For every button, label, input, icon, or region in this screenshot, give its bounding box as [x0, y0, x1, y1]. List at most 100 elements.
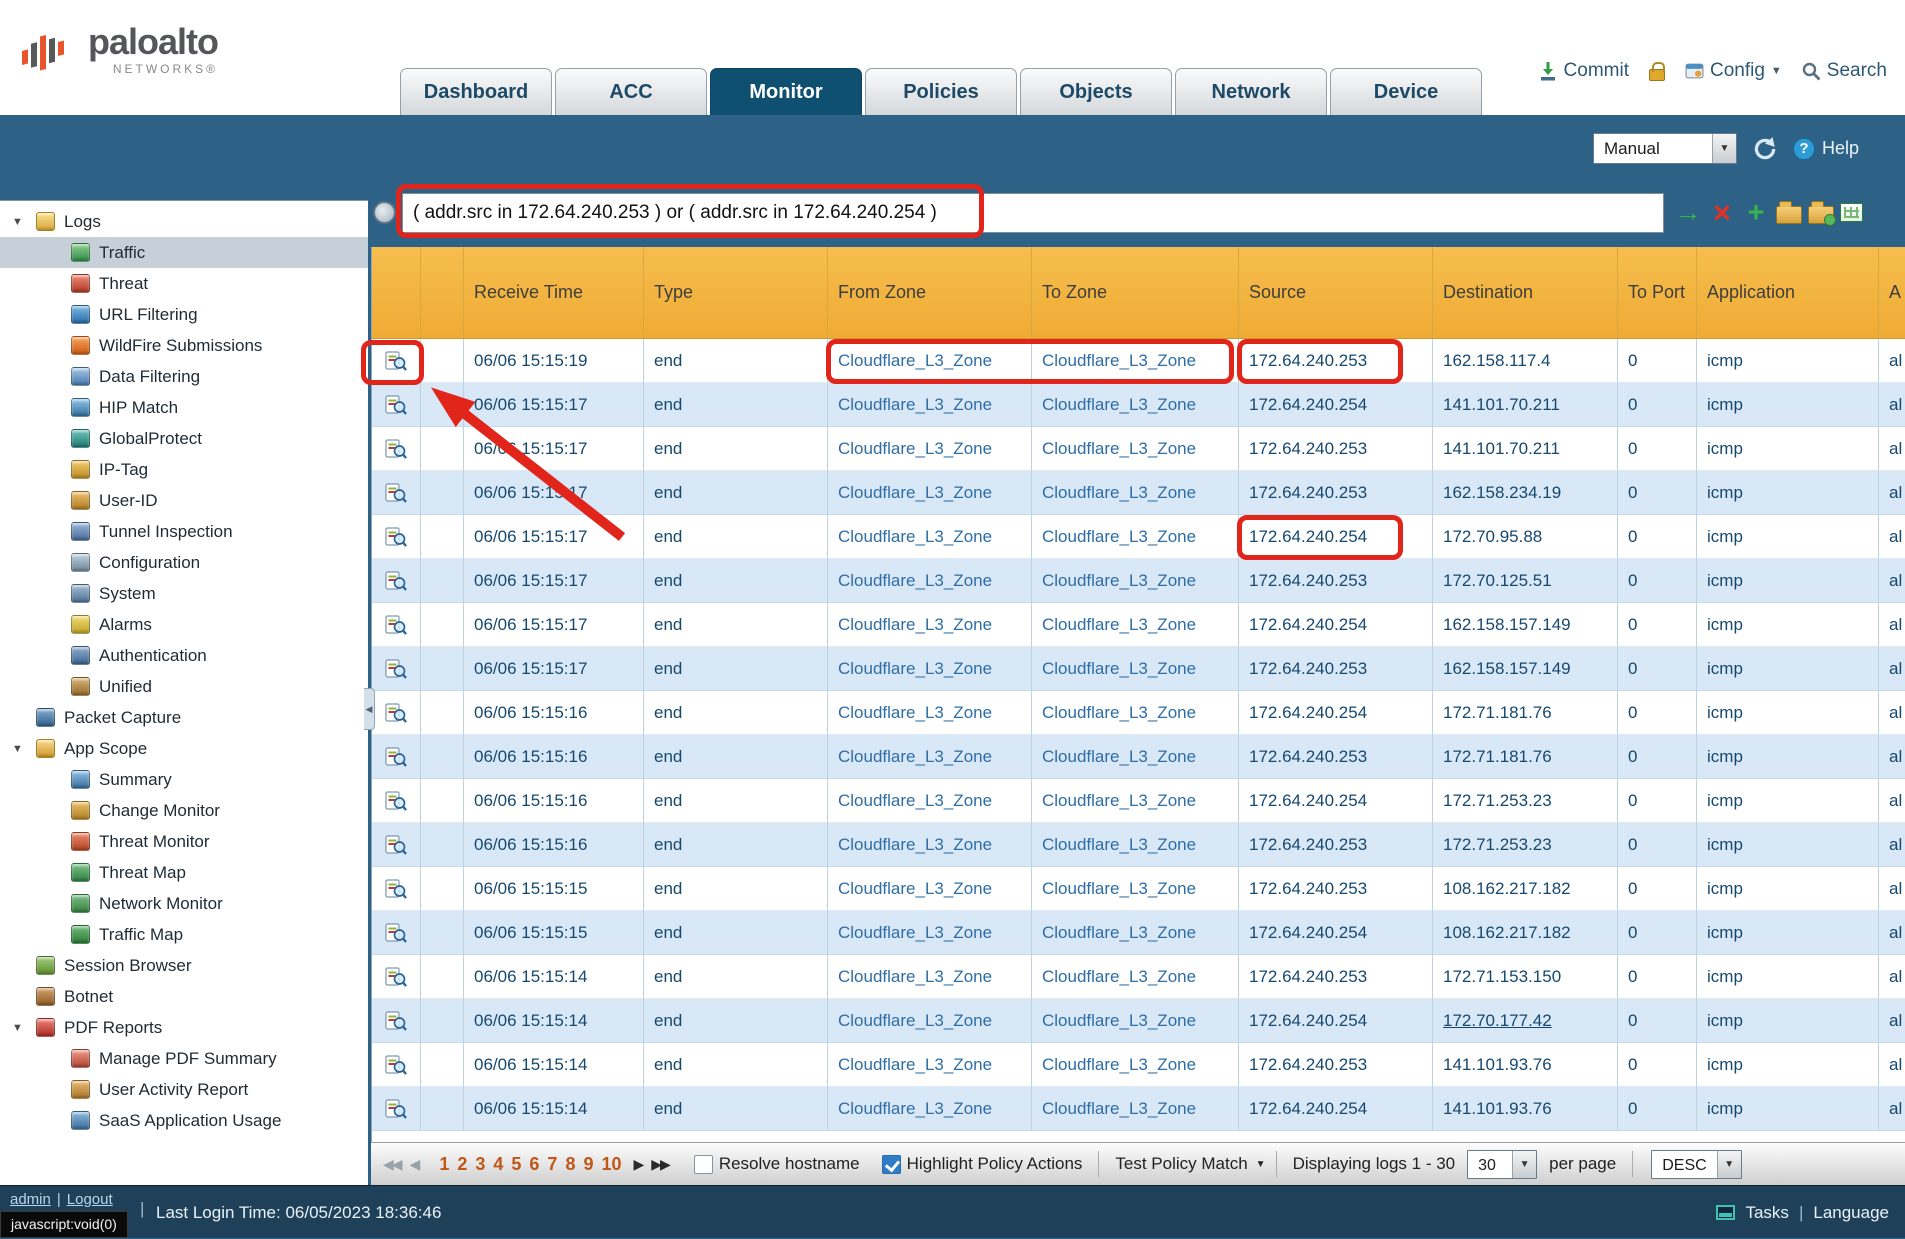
column-header[interactable]: Type: [644, 247, 828, 338]
column-header[interactable]: [372, 247, 421, 338]
add-filter-icon[interactable]: [1742, 198, 1770, 228]
sidebar-item[interactable]: ▼ Logs: [0, 206, 368, 237]
sidebar-item[interactable]: ▼ Threat: [0, 268, 368, 299]
log-row[interactable]: 06/06 15:15:17 end Cloudflare_L3_Zone Cl…: [372, 515, 1905, 559]
config-button[interactable]: Config ▼: [1685, 60, 1782, 82]
log-detail-cell[interactable]: [372, 823, 421, 867]
test-policy-match-button[interactable]: Test Policy Match: [1115, 1154, 1247, 1174]
column-header[interactable]: Application: [1697, 247, 1879, 338]
sidebar-item[interactable]: ▼ App Scope: [0, 733, 368, 764]
log-detail-cell[interactable]: [372, 383, 421, 427]
log-row[interactable]: 06/06 15:15:17 end Cloudflare_L3_Zone Cl…: [372, 603, 1905, 647]
sidebar-item[interactable]: ▼ Network Monitor: [0, 888, 368, 919]
sidebar-item[interactable]: ▼ User Activity Report: [0, 1074, 368, 1105]
tasks-button[interactable]: Tasks: [1745, 1203, 1788, 1223]
sidebar-item[interactable]: ▼ Unified: [0, 671, 368, 702]
select-dropdown-icon[interactable]: ▼: [1717, 1151, 1741, 1178]
log-row[interactable]: 06/06 15:15:16 end Cloudflare_L3_Zone Cl…: [372, 823, 1905, 867]
log-detail-cell[interactable]: [372, 955, 421, 999]
log-detail-cell[interactable]: [372, 427, 421, 471]
log-detail-cell[interactable]: [372, 647, 421, 691]
sidebar-item[interactable]: ▼ PDF Reports: [0, 1012, 368, 1043]
log-row[interactable]: 06/06 15:15:14 end Cloudflare_L3_Zone Cl…: [372, 1087, 1905, 1131]
sidebar-item[interactable]: ▼ Authentication: [0, 640, 368, 671]
admin-link[interactable]: admin: [10, 1191, 51, 1208]
column-header[interactable]: Source: [1239, 247, 1433, 338]
sidebar-item[interactable]: ▼ Change Monitor: [0, 795, 368, 826]
test-policy-caret-icon[interactable]: ▼: [1256, 1159, 1266, 1170]
nav-tab[interactable]: Objects: [1020, 68, 1172, 115]
sidebar-item[interactable]: ▼ User-ID: [0, 485, 368, 516]
column-header[interactable]: From Zone: [828, 247, 1032, 338]
log-detail-magnifier-icon[interactable]: [385, 351, 407, 371]
sidebar-item[interactable]: ▼ GlobalProtect: [0, 423, 368, 454]
sidebar-item[interactable]: ▼ Packet Capture: [0, 702, 368, 733]
sidebar-item[interactable]: ▼ SaaS Application Usage: [0, 1105, 368, 1136]
page-number-link[interactable]: 7: [547, 1154, 557, 1175]
tree-expand-icon[interactable]: ▼: [12, 743, 36, 755]
filter-menu-icon[interactable]: [373, 201, 396, 224]
sidebar-item[interactable]: ▼ Threat Map: [0, 857, 368, 888]
last-page-button[interactable]: ▶▶: [651, 1156, 669, 1173]
page-number-link[interactable]: 5: [511, 1154, 521, 1175]
sidebar-item[interactable]: ▼ Configuration: [0, 547, 368, 578]
next-page-button[interactable]: ▶: [634, 1156, 643, 1173]
log-detail-magnifier-icon[interactable]: [385, 791, 407, 811]
clear-filter-icon[interactable]: [1708, 198, 1736, 228]
log-detail-cell[interactable]: [372, 339, 421, 383]
nav-tab[interactable]: Monitor: [710, 68, 862, 115]
log-detail-cell[interactable]: [372, 691, 421, 735]
sidebar-item[interactable]: ▼ Data Filtering: [0, 361, 368, 392]
column-header[interactable]: [421, 247, 464, 338]
commit-button[interactable]: Commit: [1538, 60, 1629, 82]
load-filter-icon[interactable]: [1808, 206, 1834, 224]
per-page-select[interactable]: 30 ▼: [1467, 1150, 1537, 1179]
tree-expand-icon[interactable]: ▼: [12, 216, 36, 228]
search-button[interactable]: Search: [1802, 60, 1887, 82]
sidebar-item[interactable]: ▼ Threat Monitor: [0, 826, 368, 857]
first-page-button[interactable]: ◀◀: [383, 1156, 401, 1173]
refresh-mode-select[interactable]: Manual ▼: [1593, 133, 1737, 164]
log-detail-magnifier-icon[interactable]: [385, 571, 407, 591]
sidebar-item[interactable]: ▼ Traffic: [0, 237, 368, 268]
page-number-link[interactable]: 3: [475, 1154, 485, 1175]
log-detail-cell[interactable]: [372, 515, 421, 559]
log-row[interactable]: 06/06 15:15:14 end Cloudflare_L3_Zone Cl…: [372, 999, 1905, 1043]
log-detail-magnifier-icon[interactable]: [385, 703, 407, 723]
sidebar-item[interactable]: ▼ Summary: [0, 764, 368, 795]
tree-expand-icon[interactable]: ▼: [12, 1022, 36, 1034]
page-number-link[interactable]: 9: [583, 1154, 593, 1175]
log-row[interactable]: 06/06 15:15:14 end Cloudflare_L3_Zone Cl…: [372, 1043, 1905, 1087]
log-detail-magnifier-icon[interactable]: [385, 967, 407, 987]
log-detail-magnifier-icon[interactable]: [385, 923, 407, 943]
page-number-link[interactable]: 4: [493, 1154, 503, 1175]
log-row[interactable]: 06/06 15:15:16 end Cloudflare_L3_Zone Cl…: [372, 735, 1905, 779]
log-detail-magnifier-icon[interactable]: [385, 527, 407, 547]
column-header[interactable]: Receive Time: [464, 247, 644, 338]
log-detail-magnifier-icon[interactable]: [385, 395, 407, 415]
column-header[interactable]: To Zone: [1032, 247, 1239, 338]
log-row[interactable]: 06/06 15:15:17 end Cloudflare_L3_Zone Cl…: [372, 383, 1905, 427]
log-row[interactable]: 06/06 15:15:17 end Cloudflare_L3_Zone Cl…: [372, 647, 1905, 691]
prev-page-button[interactable]: ◀: [410, 1156, 419, 1173]
save-filter-icon[interactable]: [1776, 206, 1802, 224]
nav-tab[interactable]: Device: [1330, 68, 1482, 115]
log-detail-cell[interactable]: [372, 1087, 421, 1131]
log-detail-cell[interactable]: [372, 603, 421, 647]
log-detail-magnifier-icon[interactable]: [385, 879, 407, 899]
language-button[interactable]: Language: [1813, 1203, 1889, 1223]
log-row[interactable]: 06/06 15:15:15 end Cloudflare_L3_Zone Cl…: [372, 867, 1905, 911]
column-header[interactable]: A: [1879, 247, 1905, 338]
log-detail-magnifier-icon[interactable]: [385, 439, 407, 459]
log-detail-magnifier-icon[interactable]: [385, 615, 407, 635]
log-row[interactable]: 06/06 15:15:15 end Cloudflare_L3_Zone Cl…: [372, 911, 1905, 955]
log-row[interactable]: 06/06 15:15:16 end Cloudflare_L3_Zone Cl…: [372, 779, 1905, 823]
nav-tab[interactable]: ACC: [555, 68, 707, 115]
export-filter-icon[interactable]: [1840, 203, 1863, 222]
tasks-icon[interactable]: [1716, 1205, 1735, 1220]
sidebar-item[interactable]: ▼ System: [0, 578, 368, 609]
sidebar-item[interactable]: ▼ WildFire Submissions: [0, 330, 368, 361]
page-number-link[interactable]: 10: [601, 1154, 621, 1175]
log-detail-magnifier-icon[interactable]: [385, 483, 407, 503]
highlight-policy-actions-checkbox[interactable]: [882, 1155, 901, 1174]
